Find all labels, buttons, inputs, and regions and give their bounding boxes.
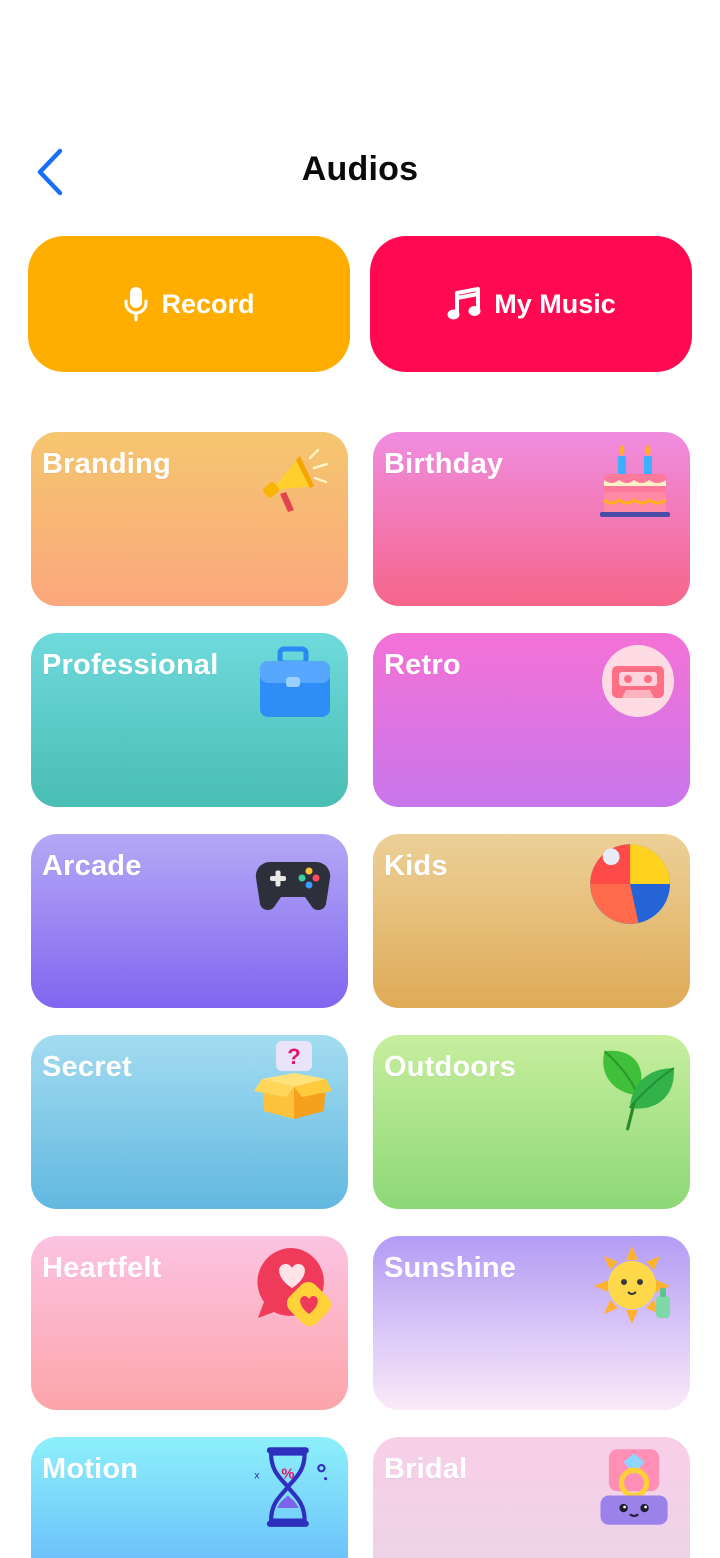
category-label: Bridal: [384, 1453, 468, 1485]
beach-ball-icon: [590, 844, 670, 924]
category-label: Retro: [384, 649, 461, 681]
category-card-professional[interactable]: Professional: [31, 633, 348, 807]
category-label: Heartfelt: [42, 1252, 162, 1284]
megaphone-icon: [263, 448, 329, 512]
category-card-retro[interactable]: Retro: [373, 633, 690, 807]
category-card-birthday[interactable]: Birthday: [373, 432, 690, 606]
category-label: Sunshine: [384, 1252, 517, 1284]
my-music-label: My Music: [494, 288, 616, 319]
category-label: Motion: [42, 1453, 139, 1485]
category-card-outdoors[interactable]: Outdoors: [373, 1035, 690, 1209]
mystery-box-icon: ?: [254, 1041, 332, 1119]
microphone-icon: [124, 287, 148, 322]
my-music-button[interactable]: My Music: [370, 236, 692, 372]
category-card-sunshine[interactable]: Sunshine: [373, 1236, 690, 1410]
category-card-motion[interactable]: Motion % x: [31, 1437, 348, 1558]
category-label: Arcade: [42, 850, 142, 882]
nav-header: Audios: [0, 130, 720, 214]
ring-box-icon: [600, 1449, 668, 1525]
svg-text:%: %: [281, 1467, 294, 1483]
category-label: Birthday: [384, 448, 504, 480]
record-label: Record: [161, 288, 255, 319]
category-label: Kids: [384, 850, 448, 882]
category-label: Professional: [42, 649, 219, 681]
cassette-tape-icon: [602, 645, 674, 717]
briefcase-icon: [260, 646, 330, 717]
page-title: Audios: [301, 150, 419, 188]
category-card-secret[interactable]: Secret ?: [31, 1035, 348, 1209]
category-label: Branding: [42, 448, 171, 480]
hourglass-icon: % x: [254, 1447, 328, 1527]
birthday-cake-icon: [600, 444, 670, 517]
game-controller-icon: [255, 861, 331, 911]
svg-text:?: ?: [287, 1044, 300, 1069]
heart-chat-icon: [257, 1247, 332, 1326]
category-card-bridal[interactable]: Bridal: [373, 1437, 690, 1558]
category-label: Outdoors: [384, 1051, 517, 1083]
svg-text:x: x: [254, 1471, 260, 1482]
music-note-icon: [447, 287, 481, 320]
category-card-heartfelt[interactable]: Heartfelt: [31, 1236, 348, 1410]
sun-icon: [594, 1246, 670, 1324]
record-button[interactable]: Record: [28, 236, 350, 372]
leaf-icon: [603, 1050, 675, 1131]
category-card-branding[interactable]: Branding: [31, 432, 348, 606]
category-card-arcade[interactable]: Arcade: [31, 834, 348, 1008]
category-card-kids[interactable]: Kids: [373, 834, 690, 1008]
category-label: Secret: [42, 1051, 132, 1083]
